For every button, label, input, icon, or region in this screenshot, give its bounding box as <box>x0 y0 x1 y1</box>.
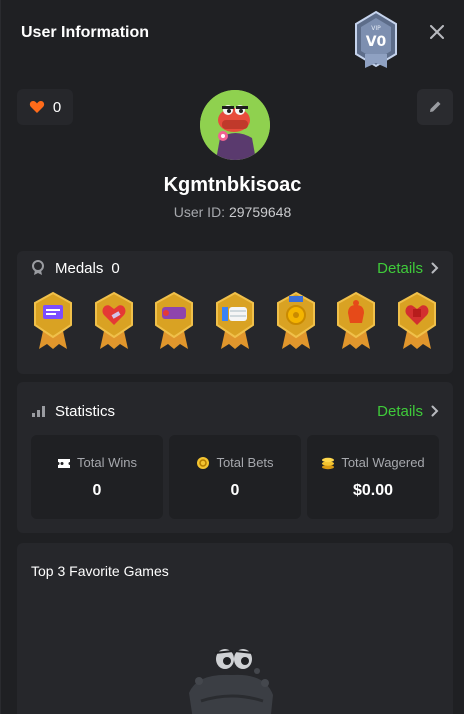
heart-medal-icon[interactable] <box>92 291 136 351</box>
chevron-right-icon <box>431 405 439 417</box>
user-id: User ID: 29759648 <box>1 204 464 220</box>
stat-total-bets: Total Bets 0 <box>169 435 301 519</box>
coins-icon <box>322 457 335 469</box>
statistics-card: Statistics Details Total Wins 0 Total Be… <box>17 382 453 533</box>
stat-total-wins-label-row: Total Wins <box>57 455 137 470</box>
ticket-medal-icon[interactable] <box>152 291 196 351</box>
medals-card: Medals 0 Details <box>17 251 453 374</box>
stat-total-wins: Total Wins 0 <box>31 435 163 519</box>
medal-icon <box>32 260 44 275</box>
stat-total-bets-label-row: Total Bets <box>196 455 274 470</box>
chevron-right-icon <box>431 262 439 274</box>
stat-label: Total Wins <box>77 455 137 470</box>
medals-details-link[interactable]: Details <box>377 260 439 277</box>
medals-count: 0 <box>111 259 120 277</box>
stat-value: 0 <box>92 482 102 499</box>
medals-row <box>31 291 439 361</box>
statistics-boxes: Total Wins 0 Total Bets 0 Total Wagered … <box>31 435 439 519</box>
medals-details-label: Details <box>377 259 423 277</box>
modal-title: User Information <box>21 24 150 41</box>
statistics-label: Statistics <box>55 402 116 420</box>
close-button[interactable] <box>425 20 449 44</box>
chat-medal-icon[interactable] <box>31 291 75 351</box>
edit-profile-button[interactable] <box>417 89 453 125</box>
stat-value: $0.00 <box>352 482 394 499</box>
vip-level: V0 <box>366 34 387 50</box>
close-icon <box>430 25 444 39</box>
stat-total-wagered: Total Wagered $0.00 <box>307 435 439 519</box>
statistics-details-link[interactable]: Details <box>377 403 439 420</box>
favorite-games-title: Top 3 Favorite Games <box>31 563 169 579</box>
statistics-details-label: Details <box>377 402 423 420</box>
crocodile-mascot-icon <box>189 649 273 714</box>
username: Kgmtnbkisoac <box>163 174 302 196</box>
stat-label: Total Wagered <box>341 455 425 470</box>
likes-counter[interactable]: 0 <box>17 89 73 125</box>
bag-medal-icon[interactable] <box>334 291 378 351</box>
likes-count: 0 <box>52 98 62 116</box>
chip-icon <box>197 456 210 469</box>
stat-value: 0 <box>230 482 240 499</box>
statistics-header: Statistics Details <box>31 394 439 428</box>
bar-chart-icon <box>32 406 45 417</box>
pencil-icon <box>430 101 441 112</box>
user-id-value: 29759648 <box>228 204 292 220</box>
vip-badge-icon: VIP V0 <box>355 10 397 68</box>
user-info-modal: User Information VIP V0 0 Kgmtnbkisoac U… <box>0 0 464 714</box>
dice-medal-icon[interactable] <box>395 291 439 351</box>
favorite-games-card: Top 3 Favorite Games <box>17 543 453 714</box>
avatar <box>200 90 270 160</box>
modal-header: User Information VIP V0 <box>1 0 464 68</box>
thumbs-up-medal-icon[interactable] <box>213 291 257 351</box>
medals-label: Medals <box>55 259 104 277</box>
stat-total-wagered-label-row: Total Wagered <box>321 455 425 470</box>
ticket-icon <box>58 458 71 468</box>
crocodile-avatar-icon <box>200 90 270 160</box>
stat-label: Total Bets <box>216 455 274 470</box>
vip-tag: VIP <box>371 25 381 32</box>
user-id-label: User ID: <box>173 204 226 220</box>
coin-medal-icon[interactable] <box>274 291 318 351</box>
medals-header: Medals 0 Details <box>31 251 439 285</box>
heart-icon <box>29 100 44 113</box>
